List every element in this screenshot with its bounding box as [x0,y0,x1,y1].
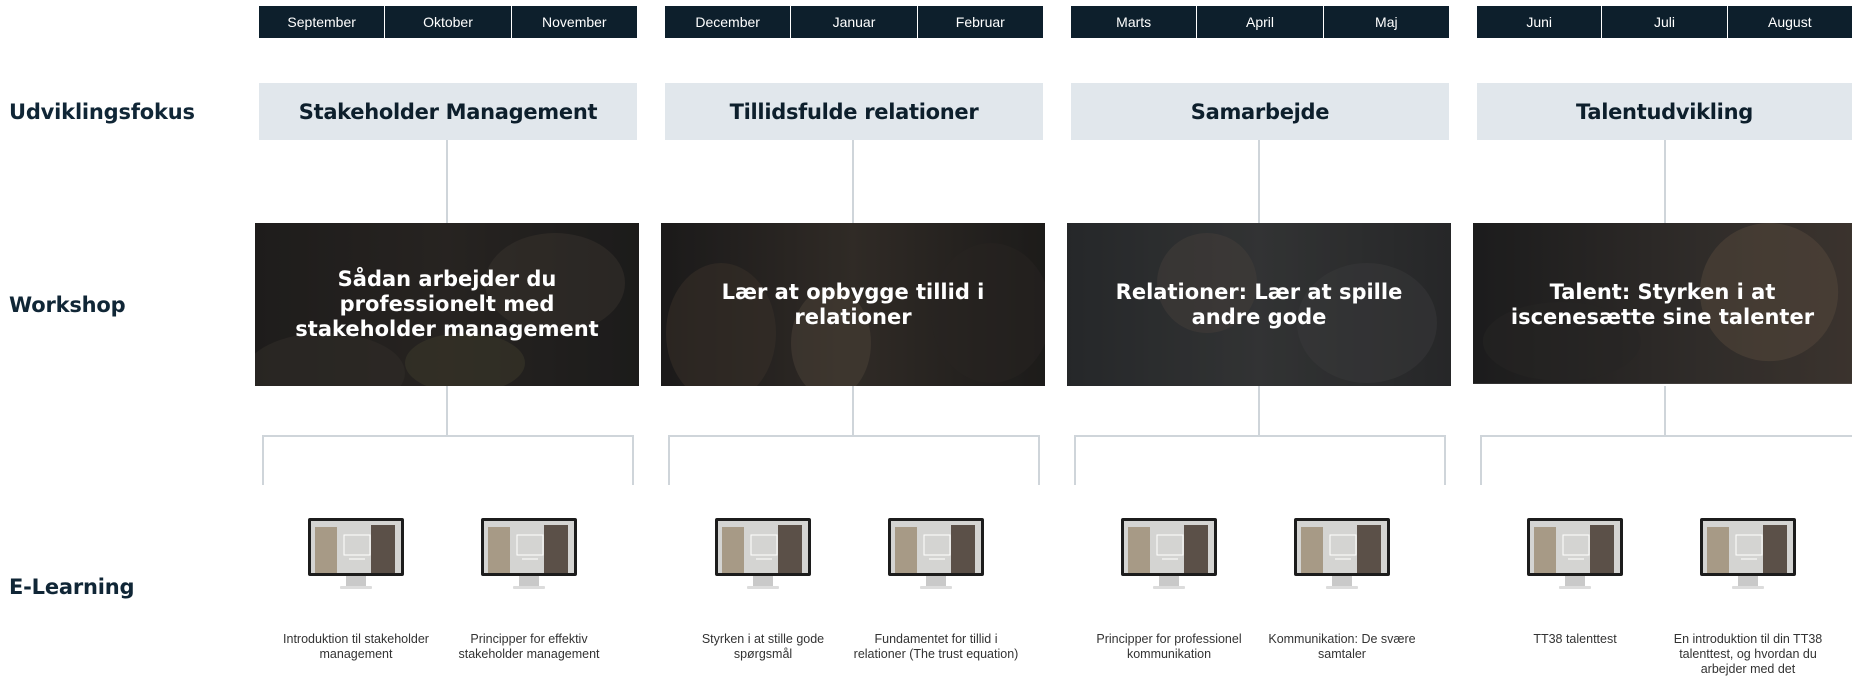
monitor-icon [481,518,577,591]
row-label-focus: Udviklingsfokus [9,100,195,124]
course-title: Introduktion til stakeholder management [283,632,429,661]
connector-line [852,386,854,436]
month-bar: Juni Juli August [1477,6,1852,38]
workshop-card[interactable]: Talent: Styrken i at iscenesætte sine ta… [1473,223,1852,386]
connector-line [1444,435,1446,485]
monitor-icon [1527,518,1623,591]
month-label: Juni [1526,14,1552,30]
connector-line [852,140,854,223]
monitor-icon [715,518,811,591]
course-title: En introduktion til din TT38 talenttest,… [1673,632,1823,676]
course-item[interactable]: En introduktion til din TT38 talenttest,… [1662,518,1834,677]
connector-line [1258,140,1260,223]
month-label: August [1726,6,1852,38]
row-label-workshop: Workshop [9,293,126,317]
month-label: Februar [916,6,1043,38]
connector-line [1258,386,1260,436]
connector-line [1038,435,1040,485]
month-label: Juli [1601,6,1726,38]
focus-box: Stakeholder Management [259,83,637,140]
connector-line [262,435,264,485]
connector-line [262,435,634,437]
course-title: Fundamentet for tillid i relationer (The… [853,632,1019,661]
workshop-card[interactable]: Relationer: Lær at spille andre gode [1067,223,1451,386]
connector-line [668,435,1040,437]
month-label: December [695,14,760,30]
workshop-title: Sådan arbejder du professionelt med stak… [295,267,599,341]
month-label: April [1196,6,1322,38]
connector-line [632,435,634,485]
focus-box: Samarbejde [1071,83,1449,140]
course-title: Kommunikation: De svære samtaler [1268,632,1416,661]
workshop-title: Talent: Styrken i at iscenesætte sine ta… [1510,279,1815,329]
course-item[interactable]: Fundamentet for tillid i relationer (The… [850,518,1022,662]
connector-line [1074,435,1446,437]
connector-line [1664,386,1666,436]
workshop-title: Relationer: Lær at spille andre gode [1115,279,1403,329]
focus-box: Tillidsfulde relationer [665,83,1043,140]
workshop-card[interactable]: Lær at opbygge tillid i relationer [661,223,1045,386]
month-label: Januar [790,6,916,38]
connector-line [446,140,448,223]
month-label: September [287,14,356,30]
course-title: Styrken i at stille gode spørgsmål [701,632,825,661]
month-bar: Marts April Maj [1071,6,1449,38]
workshop-title: Lær at opbygge tillid i relationer [721,279,985,329]
workshop-card[interactable]: Sådan arbejder du professionelt med stak… [255,223,639,386]
course-title: TT38 talenttest [1533,632,1617,646]
month-label: Maj [1322,6,1449,38]
month-bar: December Januar Februar [665,6,1043,38]
monitor-icon [308,518,404,591]
course-item[interactable]: Kommunikation: De svære samtaler [1256,518,1428,662]
course-title: Principper for effektiv stakeholder mana… [458,632,600,661]
connector-line [1480,435,1852,437]
monitor-icon [1121,518,1217,591]
connector-line [1664,140,1666,223]
month-label: Oktober [384,6,510,38]
focus-box: Talentudvikling [1477,83,1852,140]
course-item[interactable]: TT38 talenttest [1489,518,1661,647]
monitor-icon [1294,518,1390,591]
monitor-icon [1700,518,1796,591]
connector-line [446,386,448,436]
month-label: Marts [1116,14,1152,30]
connector-line [668,435,670,485]
connector-line [1074,435,1076,485]
course-item[interactable]: Principper for professionel kommunikatio… [1083,518,1255,662]
monitor-icon [888,518,984,591]
course-item[interactable]: Principper for effektiv stakeholder mana… [443,518,615,662]
course-title: Principper for professionel kommunikatio… [1096,632,1242,661]
course-item[interactable]: Introduktion til stakeholder management [270,518,442,662]
course-item[interactable]: Styrken i at stille gode spørgsmål [677,518,849,662]
row-label-elearning: E-Learning [9,575,135,599]
month-bar: September Oktober November [259,6,637,38]
connector-line [1480,435,1482,485]
month-label: November [510,6,637,38]
